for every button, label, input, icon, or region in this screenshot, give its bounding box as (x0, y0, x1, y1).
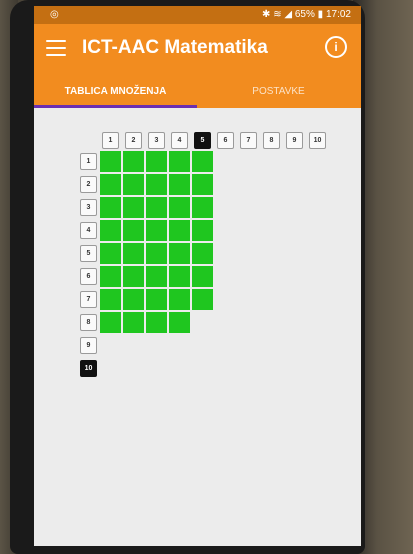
grid-cell[interactable] (123, 220, 144, 241)
wifi-icon: ≋ (273, 9, 282, 20)
status-bar: ◎ ✱ ≋ ◢ 65% ▮ 17:02 (34, 6, 361, 24)
battery-level: 65% (294, 9, 315, 20)
grid-cell[interactable] (169, 197, 190, 218)
grid-cell[interactable] (100, 220, 121, 241)
grid-cell[interactable] (100, 266, 121, 287)
app-bar: ICT-AAC Matematika i (34, 24, 361, 76)
phone-frame: ◎ ✱ ≋ ◢ 65% ▮ 17:02 ICT-AAC Matematika i… (10, 0, 365, 554)
grid-cell[interactable] (192, 151, 213, 172)
multiplication-grid: 1 2 3 4 5 6 7 8 9 10 1 2 3 4 5 6 7 8 9 10 (34, 108, 361, 546)
tab-settings[interactable]: POSTAVKE (197, 76, 360, 108)
signal-icon: ◢ (284, 9, 293, 20)
grid-cell[interactable] (192, 197, 213, 218)
column-header-6[interactable]: 6 (217, 132, 234, 149)
grid-cell[interactable] (192, 266, 213, 287)
grid-cell[interactable] (123, 289, 144, 310)
grid-cell[interactable] (192, 289, 213, 310)
grid-cell[interactable] (192, 243, 213, 264)
column-header-4[interactable]: 4 (171, 132, 188, 149)
grid-cell[interactable] (169, 174, 190, 195)
grid-cell[interactable] (146, 220, 167, 241)
grid-cell[interactable] (100, 151, 121, 172)
status-indicators: ✱ ≋ ◢ 65% ▮ 17:02 (262, 9, 351, 20)
column-header-1[interactable]: 1 (102, 132, 119, 149)
row-header-5[interactable]: 5 (80, 245, 97, 262)
grid-cell[interactable] (192, 174, 213, 195)
grid-cell[interactable] (169, 243, 190, 264)
grid-cell[interactable] (100, 312, 121, 333)
grid-cell[interactable] (146, 197, 167, 218)
grid-cell[interactable] (123, 266, 144, 287)
grid-cell[interactable] (100, 289, 121, 310)
grid-cell[interactable] (123, 197, 144, 218)
row-header-6[interactable]: 6 (80, 268, 97, 285)
grid-cell[interactable] (169, 266, 190, 287)
grid-cell[interactable] (169, 312, 190, 333)
grid-cell[interactable] (146, 151, 167, 172)
tab-bar: TABLICA MNOŽENJA POSTAVKE (34, 76, 361, 108)
hamburger-menu-icon[interactable] (46, 40, 66, 56)
grid-cell[interactable] (146, 266, 167, 287)
grid-cell[interactable] (169, 289, 190, 310)
grid-cell[interactable] (146, 243, 167, 264)
grid-cell[interactable] (123, 243, 144, 264)
row-header-7[interactable]: 7 (80, 291, 97, 308)
grid-cell[interactable] (192, 220, 213, 241)
row-header-1[interactable]: 1 (80, 153, 97, 170)
grid-cell[interactable] (123, 151, 144, 172)
grid-cell[interactable] (169, 220, 190, 241)
grid-cell[interactable] (146, 174, 167, 195)
row-header-10[interactable]: 10 (80, 360, 97, 377)
info-icon[interactable]: i (325, 36, 347, 58)
column-header-5[interactable]: 5 (194, 132, 211, 149)
clock: 17:02 (325, 9, 351, 20)
grid-cell[interactable] (146, 312, 167, 333)
row-header-9[interactable]: 9 (80, 337, 97, 354)
row-header-4[interactable]: 4 (80, 222, 97, 239)
grid-cell[interactable] (123, 312, 144, 333)
row-header-3[interactable]: 3 (80, 199, 97, 216)
notification-icon: ◎ (50, 9, 59, 20)
grid-cell[interactable] (100, 197, 121, 218)
row-header-2[interactable]: 2 (80, 176, 97, 193)
grid-cell[interactable] (100, 243, 121, 264)
grid-cell[interactable] (169, 151, 190, 172)
column-header-10[interactable]: 10 (309, 132, 326, 149)
bluetooth-icon: ✱ (262, 9, 271, 20)
column-header-9[interactable]: 9 (286, 132, 303, 149)
battery-icon: ▮ (317, 9, 324, 20)
app-title: ICT-AAC Matematika (82, 37, 268, 58)
tab-multiplication-table[interactable]: TABLICA MNOŽENJA (34, 76, 197, 108)
grid-cell[interactable] (100, 174, 121, 195)
grid-cell[interactable] (146, 289, 167, 310)
screen: ◎ ✱ ≋ ◢ 65% ▮ 17:02 ICT-AAC Matematika i… (34, 6, 361, 546)
row-header-8[interactable]: 8 (80, 314, 97, 331)
column-header-8[interactable]: 8 (263, 132, 280, 149)
column-header-7[interactable]: 7 (240, 132, 257, 149)
grid-cell[interactable] (123, 174, 144, 195)
column-header-2[interactable]: 2 (125, 132, 142, 149)
column-header-3[interactable]: 3 (148, 132, 165, 149)
